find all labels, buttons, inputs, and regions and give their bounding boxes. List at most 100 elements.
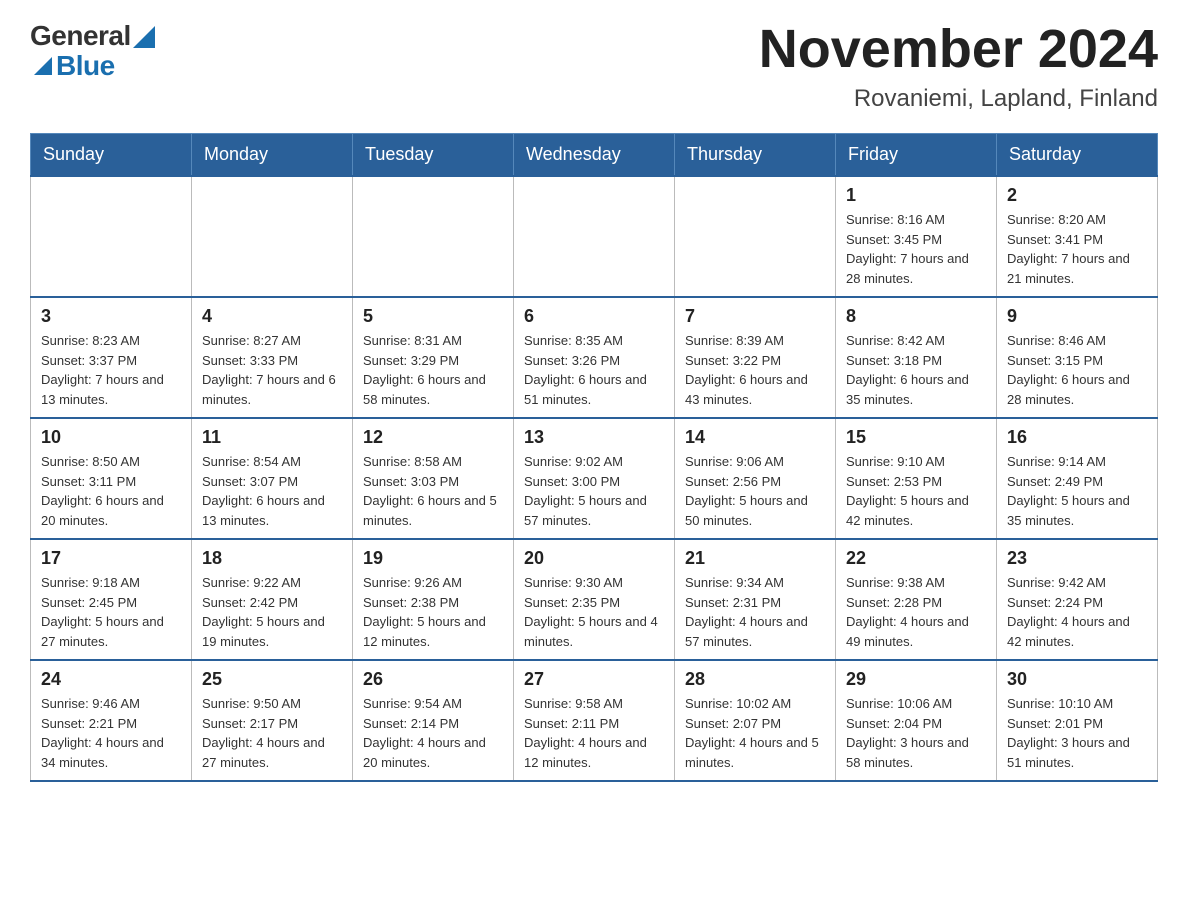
day-info: Sunrise: 8:46 AM Sunset: 3:15 PM Dayligh… bbox=[1007, 331, 1147, 409]
calendar-day-cell: 14 Sunrise: 9:06 AM Sunset: 2:56 PM Dayli… bbox=[675, 418, 836, 539]
calendar-day-cell: 1 Sunrise: 8:16 AM Sunset: 3:45 PM Daylig… bbox=[836, 176, 997, 297]
calendar-day-cell: 3 Sunrise: 8:23 AM Sunset: 3:37 PM Daylig… bbox=[31, 297, 192, 418]
day-info: Sunrise: 8:20 AM Sunset: 3:41 PM Dayligh… bbox=[1007, 210, 1147, 288]
day-info: Sunrise: 9:22 AM Sunset: 2:42 PM Dayligh… bbox=[202, 573, 342, 651]
day-number: 24 bbox=[41, 669, 181, 690]
day-number: 1 bbox=[846, 185, 986, 206]
logo-arrow-icon bbox=[133, 26, 155, 48]
calendar-week-row: 24 Sunrise: 9:46 AM Sunset: 2:21 PM Dayli… bbox=[31, 660, 1158, 781]
day-number: 29 bbox=[846, 669, 986, 690]
calendar-day-cell bbox=[31, 176, 192, 297]
day-number: 8 bbox=[846, 306, 986, 327]
calendar-day-cell: 22 Sunrise: 9:38 AM Sunset: 2:28 PM Dayli… bbox=[836, 539, 997, 660]
calendar-day-cell: 8 Sunrise: 8:42 AM Sunset: 3:18 PM Daylig… bbox=[836, 297, 997, 418]
calendar-day-cell: 29 Sunrise: 10:06 AM Sunset: 2:04 PM Dayl… bbox=[836, 660, 997, 781]
day-of-week-header: Saturday bbox=[997, 134, 1158, 177]
day-number: 14 bbox=[685, 427, 825, 448]
day-number: 22 bbox=[846, 548, 986, 569]
calendar-day-cell: 21 Sunrise: 9:34 AM Sunset: 2:31 PM Dayli… bbox=[675, 539, 836, 660]
calendar-day-cell: 5 Sunrise: 8:31 AM Sunset: 3:29 PM Daylig… bbox=[353, 297, 514, 418]
day-info: Sunrise: 8:27 AM Sunset: 3:33 PM Dayligh… bbox=[202, 331, 342, 409]
day-number: 23 bbox=[1007, 548, 1147, 569]
day-info: Sunrise: 8:16 AM Sunset: 3:45 PM Dayligh… bbox=[846, 210, 986, 288]
calendar-day-cell: 6 Sunrise: 8:35 AM Sunset: 3:26 PM Daylig… bbox=[514, 297, 675, 418]
day-info: Sunrise: 9:38 AM Sunset: 2:28 PM Dayligh… bbox=[846, 573, 986, 651]
month-title: November 2024 bbox=[759, 20, 1158, 79]
day-of-week-header: Thursday bbox=[675, 134, 836, 177]
day-of-week-header: Friday bbox=[836, 134, 997, 177]
day-number: 10 bbox=[41, 427, 181, 448]
day-number: 16 bbox=[1007, 427, 1147, 448]
day-number: 15 bbox=[846, 427, 986, 448]
calendar-day-cell: 10Sunrise: 8:50 AM Sunset: 3:11 PM Dayli… bbox=[31, 418, 192, 539]
calendar-day-cell: 7 Sunrise: 8:39 AM Sunset: 3:22 PM Daylig… bbox=[675, 297, 836, 418]
day-number: 7 bbox=[685, 306, 825, 327]
calendar-day-cell: 11Sunrise: 8:54 AM Sunset: 3:07 PM Dayli… bbox=[192, 418, 353, 539]
day-number: 17 bbox=[41, 548, 181, 569]
day-info: Sunrise: 9:30 AM Sunset: 2:35 PM Dayligh… bbox=[524, 573, 664, 651]
day-info: Sunrise: 9:34 AM Sunset: 2:31 PM Dayligh… bbox=[685, 573, 825, 651]
calendar-day-cell: 12Sunrise: 8:58 AM Sunset: 3:03 PM Dayli… bbox=[353, 418, 514, 539]
day-number: 27 bbox=[524, 669, 664, 690]
day-info: Sunrise: 8:42 AM Sunset: 3:18 PM Dayligh… bbox=[846, 331, 986, 409]
title-section: November 2024 Rovaniemi, Lapland, Finlan… bbox=[759, 20, 1158, 113]
calendar-day-cell bbox=[675, 176, 836, 297]
day-info: Sunrise: 9:10 AM Sunset: 2:53 PM Dayligh… bbox=[846, 452, 986, 530]
calendar-day-cell: 4 Sunrise: 8:27 AM Sunset: 3:33 PM Daylig… bbox=[192, 297, 353, 418]
day-number: 25 bbox=[202, 669, 342, 690]
day-info: Sunrise: 9:02 AM Sunset: 3:00 PM Dayligh… bbox=[524, 452, 664, 530]
calendar-day-cell: 26Sunrise: 9:54 AM Sunset: 2:14 PM Dayli… bbox=[353, 660, 514, 781]
day-info: Sunrise: 8:31 AM Sunset: 3:29 PM Dayligh… bbox=[363, 331, 503, 409]
day-info: Sunrise: 10:06 AM Sunset: 2:04 PM Daylig… bbox=[846, 694, 986, 772]
calendar-week-row: 17 Sunrise: 9:18 AM Sunset: 2:45 PM Dayli… bbox=[31, 539, 1158, 660]
day-info: Sunrise: 9:18 AM Sunset: 2:45 PM Dayligh… bbox=[41, 573, 181, 651]
day-of-week-header: Wednesday bbox=[514, 134, 675, 177]
day-info: Sunrise: 8:39 AM Sunset: 3:22 PM Dayligh… bbox=[685, 331, 825, 409]
day-number: 26 bbox=[363, 669, 503, 690]
location-title: Rovaniemi, Lapland, Finland bbox=[759, 85, 1158, 113]
day-number: 19 bbox=[363, 548, 503, 569]
day-info: Sunrise: 9:58 AM Sunset: 2:11 PM Dayligh… bbox=[524, 694, 664, 772]
day-number: 11 bbox=[202, 427, 342, 448]
day-of-week-header: Sunday bbox=[31, 134, 192, 177]
calendar-day-cell bbox=[353, 176, 514, 297]
day-number: 6 bbox=[524, 306, 664, 327]
calendar-day-cell: 25 Sunrise: 9:50 AM Sunset: 2:17 PM Dayli… bbox=[192, 660, 353, 781]
calendar-day-cell: 19 Sunrise: 9:26 AM Sunset: 2:38 PM Dayli… bbox=[353, 539, 514, 660]
day-info: Sunrise: 9:46 AM Sunset: 2:21 PM Dayligh… bbox=[41, 694, 181, 772]
day-number: 18 bbox=[202, 548, 342, 569]
day-number: 4 bbox=[202, 306, 342, 327]
day-number: 5 bbox=[363, 306, 503, 327]
day-info: Sunrise: 9:06 AM Sunset: 2:56 PM Dayligh… bbox=[685, 452, 825, 530]
day-number: 21 bbox=[685, 548, 825, 569]
logo-triangle-icon bbox=[34, 57, 52, 75]
day-info: Sunrise: 9:14 AM Sunset: 2:49 PM Dayligh… bbox=[1007, 452, 1147, 530]
day-number: 13 bbox=[524, 427, 664, 448]
calendar-day-cell: 2Sunrise: 8:20 AM Sunset: 3:41 PM Daylig… bbox=[997, 176, 1158, 297]
calendar-header-row: SundayMondayTuesdayWednesdayThursdayFrid… bbox=[31, 134, 1158, 177]
day-info: Sunrise: 8:35 AM Sunset: 3:26 PM Dayligh… bbox=[524, 331, 664, 409]
calendar-day-cell bbox=[514, 176, 675, 297]
logo: General Blue bbox=[30, 20, 155, 82]
day-number: 3 bbox=[41, 306, 181, 327]
calendar-week-row: 10Sunrise: 8:50 AM Sunset: 3:11 PM Dayli… bbox=[31, 418, 1158, 539]
calendar-week-row: 1 Sunrise: 8:16 AM Sunset: 3:45 PM Daylig… bbox=[31, 176, 1158, 297]
calendar-day-cell bbox=[192, 176, 353, 297]
day-info: Sunrise: 9:42 AM Sunset: 2:24 PM Dayligh… bbox=[1007, 573, 1147, 651]
calendar-day-cell: 18 Sunrise: 9:22 AM Sunset: 2:42 PM Dayli… bbox=[192, 539, 353, 660]
day-info: Sunrise: 9:50 AM Sunset: 2:17 PM Dayligh… bbox=[202, 694, 342, 772]
logo-general-text: General bbox=[30, 20, 131, 52]
calendar-day-cell: 24 Sunrise: 9:46 AM Sunset: 2:21 PM Dayli… bbox=[31, 660, 192, 781]
day-info: Sunrise: 10:02 AM Sunset: 2:07 PM Daylig… bbox=[685, 694, 825, 772]
day-number: 28 bbox=[685, 669, 825, 690]
day-info: Sunrise: 9:26 AM Sunset: 2:38 PM Dayligh… bbox=[363, 573, 503, 651]
calendar-day-cell: 13 Sunrise: 9:02 AM Sunset: 3:00 PM Dayli… bbox=[514, 418, 675, 539]
day-info: Sunrise: 8:23 AM Sunset: 3:37 PM Dayligh… bbox=[41, 331, 181, 409]
calendar-day-cell: 20Sunrise: 9:30 AM Sunset: 2:35 PM Dayli… bbox=[514, 539, 675, 660]
calendar-day-cell: 15 Sunrise: 9:10 AM Sunset: 2:53 PM Dayli… bbox=[836, 418, 997, 539]
day-of-week-header: Monday bbox=[192, 134, 353, 177]
day-info: Sunrise: 8:58 AM Sunset: 3:03 PM Dayligh… bbox=[363, 452, 503, 530]
calendar-day-cell: 28 Sunrise: 10:02 AM Sunset: 2:07 PM Dayl… bbox=[675, 660, 836, 781]
calendar-day-cell: 27 Sunrise: 9:58 AM Sunset: 2:11 PM Dayli… bbox=[514, 660, 675, 781]
calendar-day-cell: 23 Sunrise: 9:42 AM Sunset: 2:24 PM Dayli… bbox=[997, 539, 1158, 660]
